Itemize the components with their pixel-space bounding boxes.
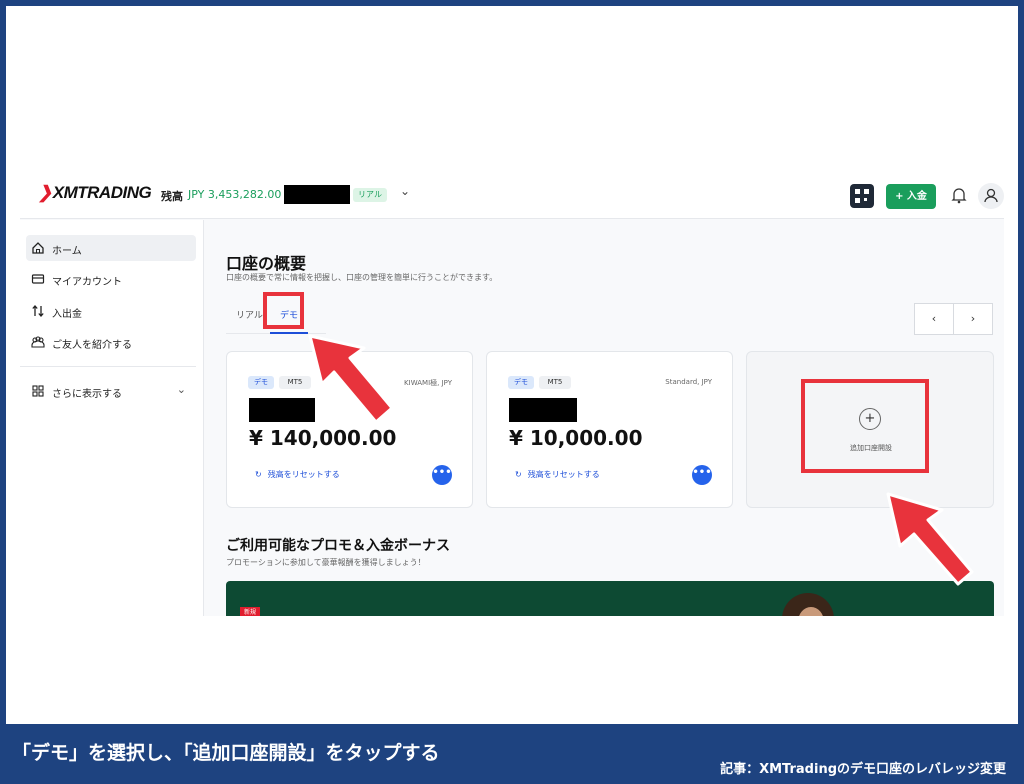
- carousel-next-button[interactable]: ›: [953, 303, 993, 335]
- sidebar-item-label: 入出金: [52, 309, 82, 320]
- carousel-prev-button[interactable]: ‹: [914, 303, 954, 335]
- sidebar-more-label: さらに表示する: [52, 389, 122, 400]
- sidebar-item-label: ご友人を紹介する: [52, 340, 132, 351]
- more-options-button[interactable]: •••: [432, 465, 452, 485]
- demo-tab-highlight: [263, 292, 304, 329]
- account-chevron-down-icon[interactable]: ⌄: [400, 184, 410, 198]
- page-title: 口座の概要: [226, 254, 307, 273]
- promo-section-subtitle: プロモーションに参加して豪華報酬を獲得しましょう！: [226, 558, 426, 567]
- reset-balance-link[interactable]: ↻ 残高をリセットする: [515, 469, 600, 480]
- sidebar-item-label: ホーム: [52, 246, 82, 257]
- logo-mark-icon: ❯: [38, 183, 52, 202]
- sidebar-item-label: マイアカウント: [52, 277, 122, 288]
- bell-icon[interactable]: [948, 184, 970, 206]
- top-header: ❯XMTRADING 残高 JPY 3,453,282.00 リアル ⌄ + 入…: [20, 170, 1004, 219]
- platform-badge: MT5: [279, 376, 311, 389]
- home-icon: [32, 242, 44, 254]
- tab-real[interactable]: リアル: [236, 308, 263, 321]
- account-type-label: KIWAMI極, JPY: [404, 379, 452, 387]
- new-badge: 新規: [240, 607, 260, 616]
- promo-section-title: ご利用可能なプロモ＆入金ボーナス: [226, 538, 450, 554]
- xmtrading-logo[interactable]: ❯XMTRADING: [38, 183, 152, 203]
- account-card-standard[interactable]: デモ MT5 Standard, JPY ¥ 10,000.00 ↻ 残高をリセッ…: [486, 351, 733, 508]
- qr-code-button[interactable]: [850, 184, 874, 208]
- chevron-down-icon: ⌄: [176, 383, 186, 396]
- redacted-account-id: [249, 398, 315, 422]
- sidebar-more-toggle[interactable]: さらに表示する ⌄: [26, 378, 196, 404]
- demo-badge: デモ: [248, 376, 274, 389]
- account-card-kiwami[interactable]: デモ MT5 KIWAMI極, JPY ¥ 140,000.00 ↻ 残高をリセッ…: [226, 351, 473, 508]
- balance-value: JPY 3,453,282.00: [188, 188, 282, 201]
- transfer-icon: [32, 305, 44, 317]
- active-tab-underline: [270, 332, 308, 334]
- sidebar-item-deposit-withdraw[interactable]: 入出金: [26, 298, 196, 324]
- account-type-label: Standard, JPY: [665, 378, 712, 386]
- grid-icon: [32, 385, 44, 397]
- account-type-badge: リアル: [353, 188, 387, 202]
- logo-text: XMTRADING: [52, 183, 152, 202]
- people-icon: [31, 336, 45, 348]
- redacted-account-id: [509, 398, 577, 422]
- sidebar-item-my-account[interactable]: マイアカウント: [26, 266, 196, 292]
- account-balance: ¥ 10,000.00: [509, 426, 643, 450]
- reset-balance-link[interactable]: ↻ 残高をリセットする: [255, 469, 340, 480]
- platform-badge: MT5: [539, 376, 571, 389]
- add-account-highlight: [801, 379, 929, 473]
- sidebar-item-refer-friend[interactable]: ご友人を紹介する: [26, 329, 196, 355]
- caption-source: 記事：XMTradingのデモ口座のレバレッジ変更: [720, 762, 1006, 777]
- redacted-account-number: [284, 185, 350, 204]
- sidebar-item-home[interactable]: ホーム: [26, 235, 196, 261]
- more-options-button[interactable]: •••: [692, 465, 712, 485]
- promo-banner[interactable]: 新規: [226, 581, 994, 616]
- caption-instruction: 「デモ」を選択し、「追加口座開設」をタップする: [12, 742, 440, 764]
- account-balance: ¥ 140,000.00: [249, 426, 397, 450]
- card-icon: [31, 274, 45, 284]
- deposit-button[interactable]: + 入金: [886, 184, 936, 209]
- sidebar-divider: [20, 366, 196, 367]
- balance-label: 残高: [161, 190, 183, 203]
- sidebar: ホーム マイアカウント 入出金 ご友人を紹介する さらに表示する ⌄: [20, 220, 204, 616]
- article-figure: ❯XMTRADING 残高 JPY 3,453,282.00 リアル ⌄ + 入…: [6, 6, 1018, 724]
- demo-badge: デモ: [508, 376, 534, 389]
- page-subtitle: 口座の概要で常に情報を把握し、口座の管理を簡単に行うことができます。: [226, 273, 498, 282]
- user-icon[interactable]: [978, 183, 1004, 209]
- reset-icon: ↻: [515, 470, 522, 479]
- reset-icon: ↻: [255, 470, 262, 479]
